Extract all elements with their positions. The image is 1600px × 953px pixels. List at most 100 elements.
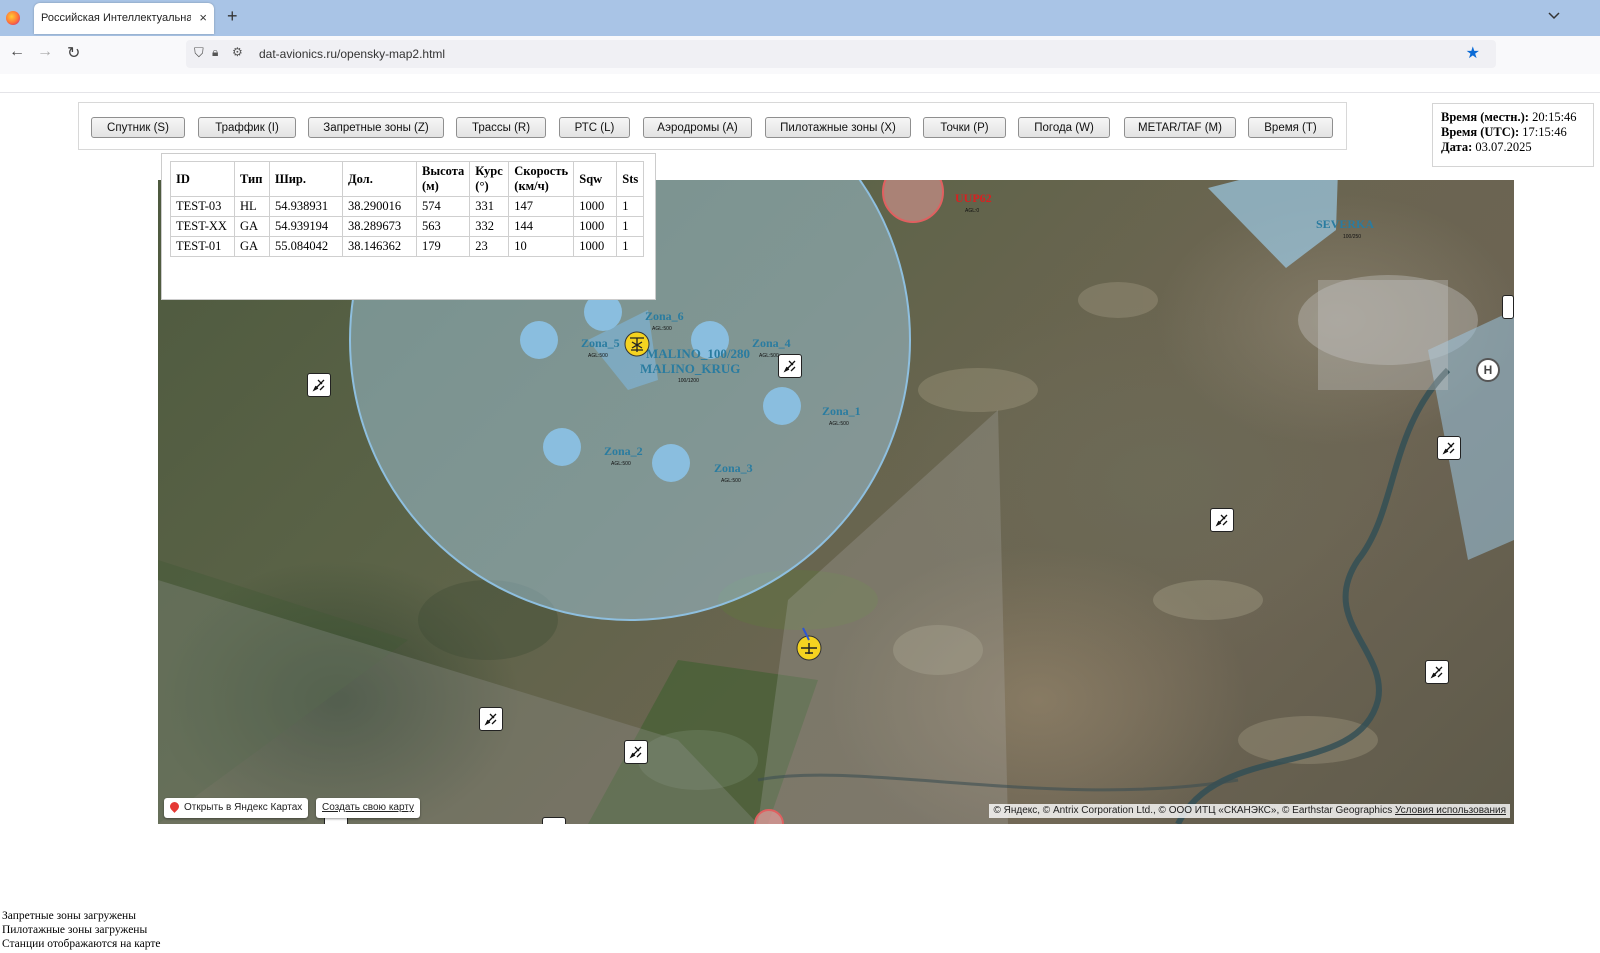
col-lon: Дол. (342, 161, 417, 197)
restricted-label: UUP62 (955, 191, 992, 205)
open-in-yandex-button[interactable]: Открыть в Яндекс Картах (164, 798, 309, 818)
traffic-table: ID Тип Шир. Дол. Высота (м) Курс (°) Ско… (170, 161, 645, 257)
shield-icon[interactable]: ⛉ (194, 45, 204, 61)
cell: TEST-01 (170, 236, 235, 257)
zona-5-circle (520, 321, 558, 359)
metar-taf-button[interactable]: METAR/TAF (M) (1124, 117, 1236, 138)
aerobatic-zones-button[interactable]: Пилотажные зоны (X) (765, 117, 911, 138)
url-text[interactable]: dat-avionics.ru/opensky-map2.html (259, 47, 445, 61)
zona-4-label: Zona_4 (752, 336, 791, 350)
weather-button[interactable]: Погода (W) (1018, 117, 1110, 138)
zona-1-label: Zona_1 (822, 404, 861, 418)
tab-close-icon[interactable]: × (199, 10, 207, 25)
table-row[interactable]: TEST-03 HL 54.938931 38.290016 574 331 1… (170, 196, 645, 217)
airport-icon[interactable] (479, 707, 503, 731)
col-speed: Скорость (км/ч) (508, 161, 575, 197)
cell: HL (234, 196, 270, 217)
cell: 563 (415, 216, 471, 237)
restricted-sub: AGL:0 (965, 208, 979, 214)
local-time-line: Время (местн.): 20:15:46 (1441, 110, 1577, 125)
col-sqw: Sqw (573, 161, 618, 197)
cell: 1 (616, 196, 645, 217)
cell: 144 (508, 216, 575, 237)
cell: 1000 (573, 196, 618, 217)
terms-link[interactable]: Условия использования (1395, 805, 1506, 816)
permissions-icon[interactable]: ⚙ (232, 45, 243, 59)
layer-toolbar: Спутник (S) Траффик (I) Запретные зоны (… (78, 102, 1347, 150)
restricted-zones-button[interactable]: Запретные зоны (Z) (308, 117, 444, 138)
aircraft-marker-heli[interactable] (624, 331, 650, 357)
lock-icon[interactable]: 🔒︎ (212, 45, 218, 60)
cell: 10 (508, 236, 575, 257)
forward-arrow-icon[interactable]: → (37, 43, 53, 61)
firefox-logo-icon (6, 11, 20, 25)
col-course: Курс (°) (469, 161, 510, 197)
cell: TEST-03 (170, 196, 235, 217)
traffic-panel: ID Тип Шир. Дол. Высота (м) Курс (°) Ско… (161, 153, 656, 300)
copyright-text: © Яндекс, © Antrix Corporation Ltd., © О… (993, 805, 1393, 816)
map-pin-icon (168, 800, 181, 813)
browser-nav-bar: ← → ↻ ⛉ 🔒︎ ⚙ dat-avionics.ru/opensky-map… (0, 36, 1600, 74)
cell: 331 (469, 196, 510, 217)
time-button[interactable]: Время (T) (1248, 117, 1333, 138)
table-row[interactable]: TEST-01 GA 55.084042 38.146362 179 23 10… (170, 236, 645, 257)
routes-button[interactable]: Трассы (R) (456, 117, 546, 138)
airport-icon[interactable] (1502, 295, 1514, 319)
browser-tab-bar: Российская Интеллектуальная Си × + (0, 0, 1600, 36)
status-restricted-loaded: Запретные зоны загружены (2, 910, 136, 922)
airport-icon[interactable] (1437, 436, 1461, 460)
cell: 1 (616, 216, 645, 237)
chrome-separator (0, 92, 1600, 93)
airport-icon[interactable] (542, 817, 566, 824)
browser-tab[interactable]: Российская Интеллектуальная Си × (34, 3, 214, 34)
utc-time-label: Время (UTC): (1441, 125, 1520, 139)
table-row[interactable]: TEST-XX GA 54.939194 38.289673 563 332 1… (170, 216, 645, 237)
zona-6-label: Zona_6 (645, 309, 684, 323)
cell: 1000 (573, 236, 618, 257)
satellite-button[interactable]: Спутник (S) (91, 117, 185, 138)
cell: 332 (469, 216, 510, 237)
airport-icon[interactable] (1425, 660, 1449, 684)
status-aerobatic-loaded: Пилотажные зоны загружены (2, 924, 148, 936)
create-map-link[interactable]: Создать свою карту (316, 798, 421, 818)
points-button[interactable]: Точки (P) (923, 117, 1006, 138)
bookmark-star-icon[interactable]: ★ (1466, 43, 1480, 63)
malino-krug-label: MALINO_KRUG (640, 361, 740, 376)
cell: 23 (469, 236, 510, 257)
local-time-value: 20:15:46 (1532, 110, 1577, 124)
cell: 38.146362 (342, 236, 417, 257)
malino-sub: 100/1200 (678, 378, 699, 384)
zona-1-circle (763, 387, 801, 425)
url-bar[interactable]: ⛉ 🔒︎ ⚙ dat-avionics.ru/opensky-map2.html… (186, 40, 1496, 68)
reload-icon[interactable]: ↻ (67, 43, 80, 63)
zona-3-sub: AGL:500 (721, 478, 741, 484)
col-sts: Sts (616, 161, 645, 197)
airport-icon[interactable] (624, 740, 648, 764)
map-copyright: © Яндекс, © Antrix Corporation Ltd., © О… (989, 804, 1510, 818)
date-line: Дата: 03.07.2025 (1441, 140, 1532, 155)
date-label: Дата: (1441, 140, 1473, 154)
utc-time-line: Время (UTC): 17:15:46 (1441, 125, 1567, 140)
cell: 38.289673 (342, 216, 417, 237)
airport-icon[interactable] (778, 354, 802, 378)
rts-button[interactable]: РТС (L) (559, 117, 630, 138)
helipad-icon[interactable]: H (1476, 358, 1500, 382)
col-lat: Шир. (269, 161, 343, 197)
back-arrow-icon[interactable]: ← (9, 43, 25, 61)
cell: 55.084042 (269, 236, 343, 257)
zona-6-sub: AGL:500 (652, 326, 672, 332)
cell: 147 (508, 196, 575, 217)
zona-5-label: Zona_5 (581, 336, 620, 350)
town-area (1318, 280, 1448, 390)
status-stations-shown: Станции отображаются на карте (2, 938, 161, 950)
aerodromes-button[interactable]: Аэродромы (A) (643, 117, 752, 138)
chevron-down-icon[interactable] (1548, 9, 1560, 23)
local-time-label: Время (местн.): (1441, 110, 1529, 124)
airport-icon[interactable] (1210, 508, 1234, 532)
traffic-button[interactable]: Траффик (I) (198, 117, 296, 138)
airport-icon[interactable] (307, 373, 331, 397)
tab-title: Российская Интеллектуальная Си (41, 12, 191, 24)
cell: 1000 (573, 216, 618, 237)
new-tab-button[interactable]: + (227, 6, 238, 27)
open-in-yandex-label: Открыть в Яндекс Картах (184, 802, 303, 813)
